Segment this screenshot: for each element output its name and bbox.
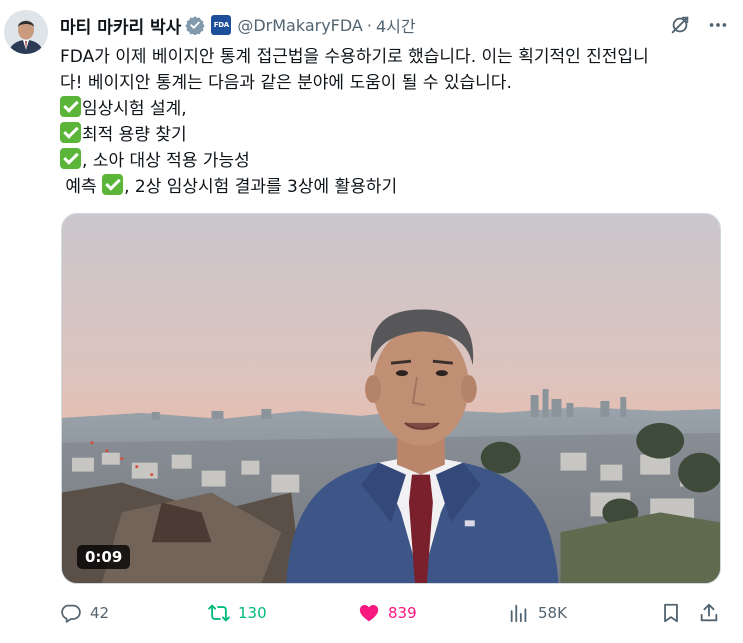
- list-item-text: , 2상 임상시험 결과를 3상에 활용하기: [124, 177, 398, 197]
- list-item-prefix: 예측: [60, 177, 103, 197]
- org-badge-icon[interactable]: FDA: [211, 15, 232, 35]
- author-handle[interactable]: @DrMakaryFDA: [237, 16, 363, 35]
- tweet-text-line: FDA가 이제 베이지안 통계 접근법을 수용하기로 했습니다. 이는 획기적인…: [60, 47, 649, 67]
- list-item: 최적 용량 찾기: [60, 122, 730, 148]
- list-item: 예측 , 2상 임상시험 결과를 3상에 활용하기: [60, 174, 730, 200]
- grok-icon[interactable]: [669, 14, 691, 36]
- check-mark-icon: [60, 148, 81, 169]
- views-count: 58K: [538, 604, 567, 622]
- list-item-text: 임상시험 설계,: [82, 99, 187, 119]
- author-avatar[interactable]: [4, 10, 48, 54]
- tweet-header: 마티 마카리 박사 FDA @DrMakaryFDA · 4시간: [60, 12, 729, 38]
- more-icon[interactable]: [707, 14, 729, 36]
- verified-badge-icon[interactable]: [185, 15, 205, 35]
- retweet-count: 130: [238, 604, 267, 622]
- views-icon: [510, 604, 527, 623]
- tweet-actions: 42 130 839 58K: [60, 598, 730, 628]
- list-item: , 소아 대상 적용 가능성: [60, 148, 730, 174]
- video-player[interactable]: 0:09: [61, 213, 721, 584]
- share-button[interactable]: [698, 598, 720, 628]
- tweet-text: FDA가 이제 베이지안 통계 접근법을 수용하기로 했습니다. 이는 획기적인…: [60, 44, 730, 200]
- bookmark-button[interactable]: [660, 598, 682, 628]
- views-button[interactable]: 58K: [508, 598, 567, 628]
- list-item-text: , 소아 대상 적용 가능성: [82, 151, 250, 171]
- bookmark-icon: [664, 603, 678, 623]
- avatar-image: [4, 10, 48, 54]
- video-frame: [62, 214, 720, 583]
- heart-icon: [359, 605, 379, 622]
- reply-count: 42: [90, 604, 110, 622]
- author-name[interactable]: 마티 마카리 박사: [60, 13, 181, 38]
- reply-icon: [61, 604, 81, 623]
- header-actions: [669, 12, 729, 38]
- like-button[interactable]: 839: [358, 598, 417, 628]
- share-icon: [700, 603, 718, 622]
- list-item: 임상시험 설계,: [60, 96, 730, 122]
- video-duration: 0:09: [77, 545, 131, 569]
- like-count: 839: [388, 604, 417, 622]
- check-mark-icon: [102, 174, 124, 195]
- reply-button[interactable]: 42: [60, 598, 109, 628]
- check-mark-icon: [60, 122, 81, 143]
- retweet-icon: [208, 604, 230, 622]
- check-mark-icon: [60, 96, 81, 117]
- list-item-text: 최적 용량 찾기: [82, 125, 187, 145]
- tweet-timestamp[interactable]: 4시간: [376, 13, 416, 37]
- tweet-text-line: 다! 베이지안 통계는 다음과 같은 분야에 도움이 될 수 있습니다.: [60, 73, 512, 93]
- separator-dot: ·: [366, 15, 372, 35]
- retweet-button[interactable]: 130: [208, 598, 267, 628]
